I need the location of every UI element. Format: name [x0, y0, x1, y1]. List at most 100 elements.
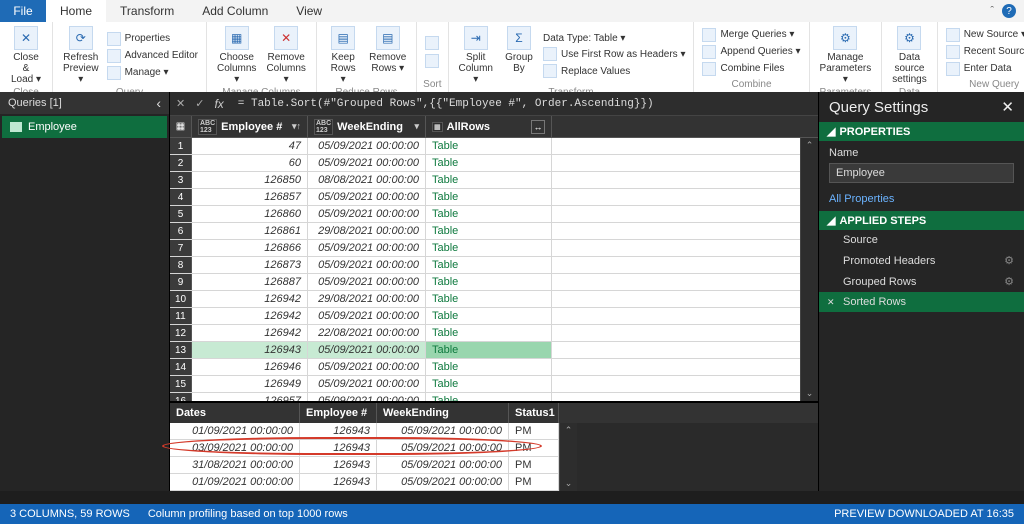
applied-step[interactable]: Grouped Rows⚙ [819, 271, 1024, 292]
cell-allrows[interactable]: Table [426, 308, 552, 324]
preview-header-employee[interactable]: Employee # [300, 403, 377, 423]
preview-row[interactable]: 01/09/2021 00:00:00 126943 05/09/2021 00… [170, 423, 559, 440]
table-row[interactable]: 5 126860 05/09/2021 00:00:00 Table [170, 206, 800, 223]
cell-allrows[interactable]: Table [426, 240, 552, 256]
table-row[interactable]: 13 126943 05/09/2021 00:00:00 Table [170, 342, 800, 359]
table-row[interactable]: 3 126850 08/08/2021 00:00:00 Table [170, 172, 800, 189]
merge-queries-button[interactable]: Merge Queries ▾ [700, 27, 802, 43]
preview-scrollbar[interactable]: ⌃⌄ [559, 423, 577, 491]
cell-allrows[interactable]: Table [426, 274, 552, 290]
remove-columns-button[interactable]: ✕Remove Columns ▾ [262, 24, 309, 87]
append-queries-button[interactable]: Append Queries ▾ [700, 44, 802, 60]
close-settings-icon[interactable]: ✕ [1001, 98, 1014, 116]
query-name-input[interactable] [829, 163, 1014, 183]
combine-files-button[interactable]: Combine Files [700, 61, 802, 77]
cell-allrows[interactable]: Table [426, 359, 552, 375]
table-row[interactable]: 12 126942 22/08/2021 00:00:00 Table [170, 325, 800, 342]
formula-cancel-icon[interactable]: ✕ [176, 97, 185, 110]
gear-icon[interactable]: ⚙ [1004, 254, 1014, 267]
applied-steps-section-header[interactable]: ◢APPLIED STEPS [819, 211, 1024, 230]
cell-allrows[interactable]: Table [426, 376, 552, 392]
advanced-editor-button[interactable]: Advanced Editor [105, 48, 200, 64]
formula-input[interactable] [234, 96, 812, 112]
first-row-headers-button[interactable]: Use First Row as Headers ▾ [541, 46, 688, 62]
refresh-preview-button[interactable]: ⟳Refresh Preview ▾ [59, 24, 103, 87]
formula-commit-icon[interactable]: ✓ [195, 97, 204, 110]
transform-tab[interactable]: Transform [106, 0, 188, 22]
home-tab[interactable]: Home [46, 0, 106, 22]
cell-allrows[interactable]: Table [426, 291, 552, 307]
applied-step[interactable]: Source [819, 230, 1024, 250]
filter-icon[interactable]: ▾ [414, 121, 419, 132]
manage-parameters-button[interactable]: ⚙Manage Parameters ▾ [816, 24, 876, 87]
table-row[interactable]: 1 47 05/09/2021 00:00:00 Table [170, 138, 800, 155]
cell-allrows[interactable]: Table [426, 138, 552, 154]
view-tab[interactable]: View [282, 0, 336, 22]
data-grid[interactable]: 1 47 05/09/2021 00:00:00 Table2 60 05/09… [170, 138, 800, 401]
cell-allrows[interactable]: Table [426, 206, 552, 222]
manage-button[interactable]: Manage ▾ [105, 65, 200, 81]
preview-row[interactable]: 03/09/2021 00:00:00 126943 05/09/2021 00… [170, 440, 559, 457]
gear-icon[interactable]: ⚙ [1004, 275, 1014, 288]
vertical-scrollbar[interactable]: ⌃⌄ [800, 138, 818, 401]
chevron-left-icon[interactable]: ‹ [156, 95, 161, 111]
column-header-weekending[interactable]: ABC 123 WeekEnding▾ [308, 116, 426, 137]
cell-employee: 126942 [192, 325, 308, 341]
close-load-button[interactable]: ✕Close & Load ▾ [6, 24, 46, 87]
table-row[interactable]: 6 126861 29/08/2021 00:00:00 Table [170, 223, 800, 240]
cell-allrows[interactable]: Table [426, 325, 552, 341]
table-row[interactable]: 16 126957 05/09/2021 00:00:00 Table [170, 393, 800, 401]
ribbon-collapse-icon[interactable]: ˆ [990, 5, 994, 17]
table-row[interactable]: 4 126857 05/09/2021 00:00:00 Table [170, 189, 800, 206]
table-row[interactable]: 10 126942 29/08/2021 00:00:00 Table [170, 291, 800, 308]
table-row[interactable]: 11 126942 05/09/2021 00:00:00 Table [170, 308, 800, 325]
cell-allrows[interactable]: Table [426, 172, 552, 188]
new-source-button[interactable]: New Source ▾ [944, 27, 1024, 43]
query-item-employee[interactable]: Employee [2, 116, 167, 138]
table-corner-icon[interactable]: ▦ [170, 116, 192, 137]
file-tab[interactable]: File [0, 0, 46, 22]
cell-allrows[interactable]: Table [426, 342, 552, 358]
properties-section-header[interactable]: ◢PROPERTIES [819, 122, 1024, 141]
properties-button[interactable]: Properties [105, 31, 200, 47]
applied-step[interactable]: Promoted Headers⚙ [819, 250, 1024, 271]
help-icon[interactable]: ? [1002, 4, 1016, 18]
table-row[interactable]: 2 60 05/09/2021 00:00:00 Table [170, 155, 800, 172]
sort-asc-button[interactable] [423, 35, 441, 51]
applied-step[interactable]: Sorted Rows [819, 292, 1024, 312]
cell-allrows[interactable]: Table [426, 223, 552, 239]
table-row[interactable]: 9 126887 05/09/2021 00:00:00 Table [170, 274, 800, 291]
replace-values-button[interactable]: Replace Values [541, 63, 688, 79]
addcolumn-tab[interactable]: Add Column [188, 0, 282, 22]
group-by-button[interactable]: ΣGroup By [499, 24, 539, 87]
preview-header-weekending[interactable]: WeekEnding [377, 403, 509, 423]
keep-rows-button[interactable]: ▤Keep Rows ▾ [323, 24, 363, 87]
table-row[interactable]: 14 126946 05/09/2021 00:00:00 Table [170, 359, 800, 376]
cell-allrows[interactable]: Table [426, 155, 552, 171]
column-header-allrows[interactable]: ▦ AllRows↔ [426, 116, 552, 137]
enter-data-button[interactable]: Enter Data [944, 61, 1024, 77]
data-type-button[interactable]: Data Type: Table ▾ [541, 32, 688, 45]
preview-header-dates[interactable]: Dates [170, 403, 300, 423]
cell-allrows[interactable]: Table [426, 257, 552, 273]
data-source-settings-button[interactable]: ⚙Data source settings [888, 24, 930, 87]
preview-row[interactable]: 01/09/2021 00:00:00 126943 05/09/2021 00… [170, 474, 559, 491]
fx-icon[interactable]: fx [214, 97, 223, 111]
cell-weekending: 29/08/2021 00:00:00 [308, 291, 426, 307]
column-header-employee[interactable]: ABC 123 Employee #▾↑ [192, 116, 308, 137]
sort-desc-button[interactable] [423, 53, 441, 69]
recent-sources-button[interactable]: Recent Sources ▾ [944, 44, 1024, 60]
cell-allrows[interactable]: Table [426, 393, 552, 401]
cell-allrows[interactable]: Table [426, 189, 552, 205]
table-row[interactable]: 7 126866 05/09/2021 00:00:00 Table [170, 240, 800, 257]
queries-header[interactable]: Queries [1]‹ [0, 92, 169, 114]
preview-header-status[interactable]: Status1 [509, 403, 559, 423]
table-row[interactable]: 8 126873 05/09/2021 00:00:00 Table [170, 257, 800, 274]
table-row[interactable]: 15 126949 05/09/2021 00:00:00 Table [170, 376, 800, 393]
all-properties-link[interactable]: All Properties [829, 193, 1014, 205]
preview-row[interactable]: 31/08/2021 00:00:00 126943 05/09/2021 00… [170, 457, 559, 474]
split-column-button[interactable]: ⇥Split Column ▾ [455, 24, 497, 87]
choose-columns-button[interactable]: ▦Choose Columns ▾ [213, 24, 260, 87]
expand-icon[interactable]: ↔ [531, 120, 545, 134]
remove-rows-button[interactable]: ▤Remove Rows ▾ [365, 24, 410, 87]
